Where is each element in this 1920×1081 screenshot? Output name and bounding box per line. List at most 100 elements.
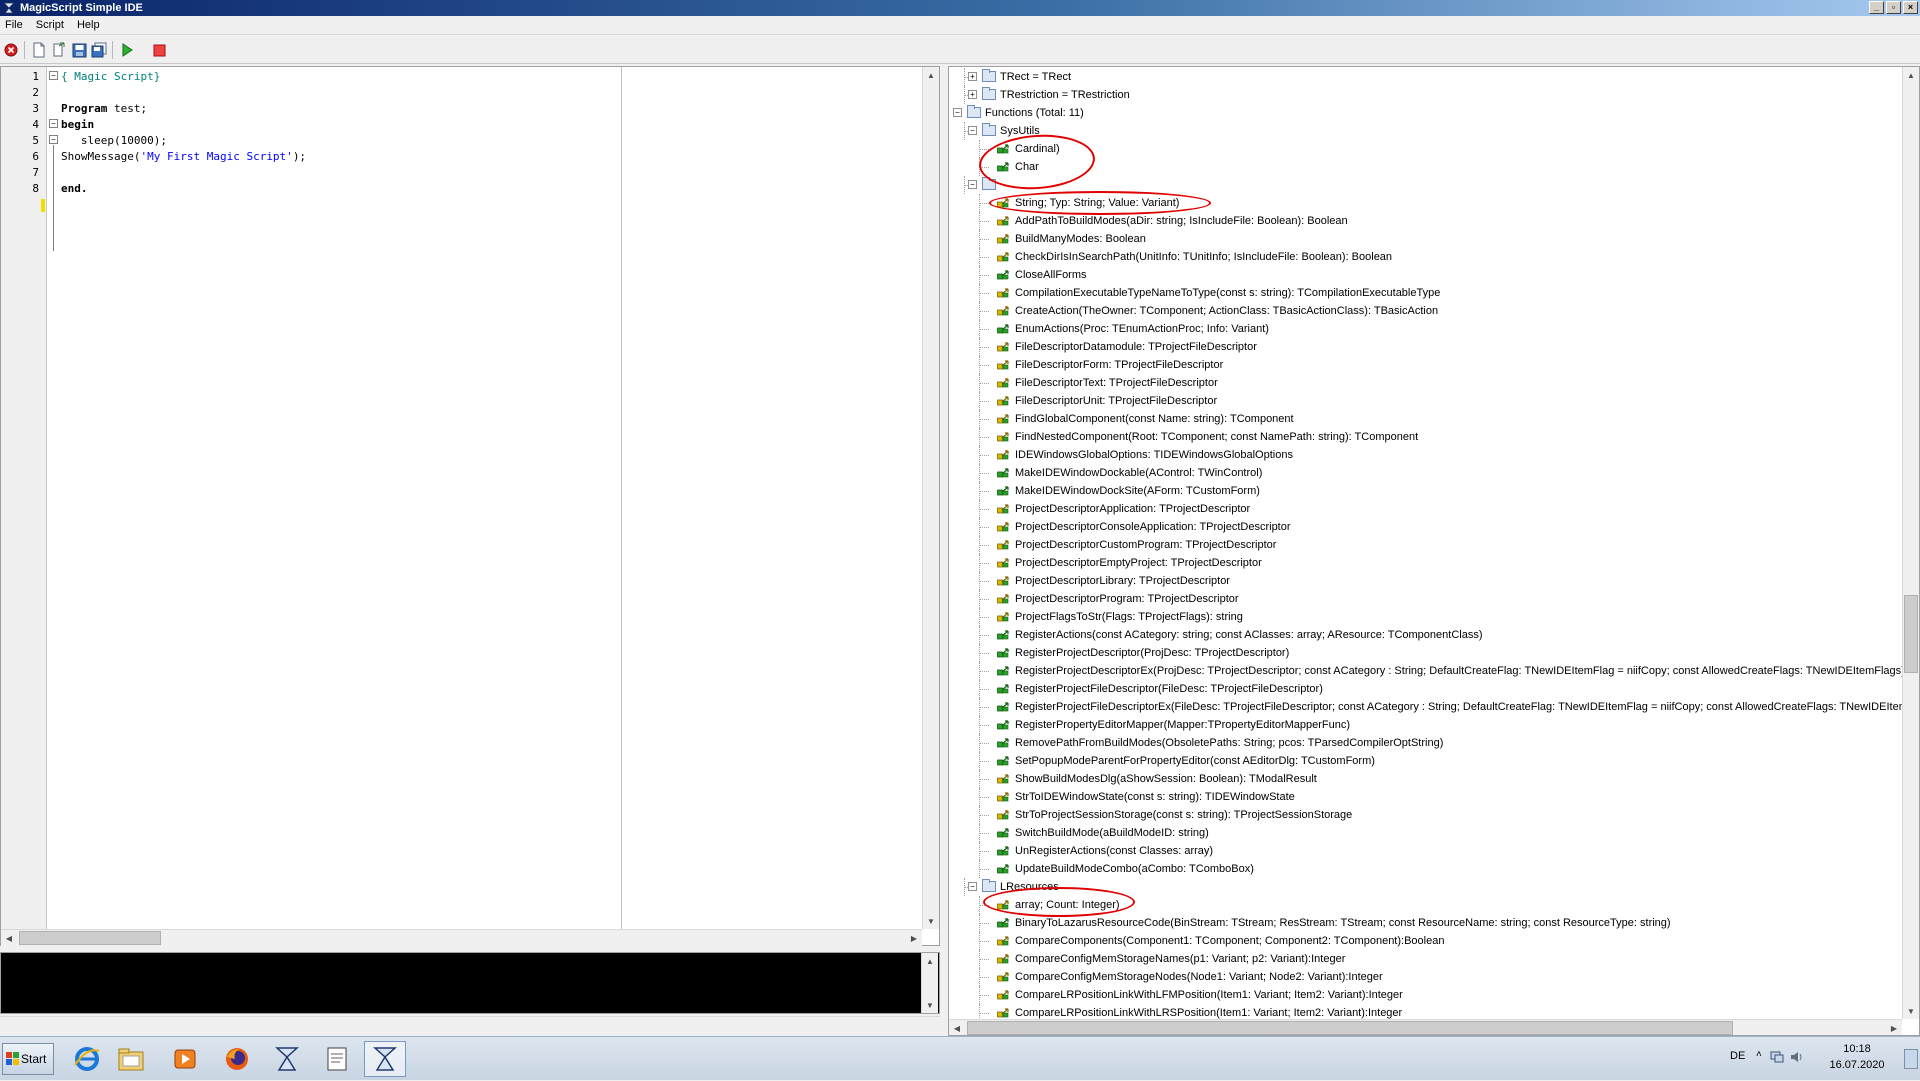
tree-node-item[interactable]: ProjectDescriptorCustomProgram: TProject…	[949, 536, 1901, 554]
open-file-icon[interactable]	[50, 41, 68, 59]
magicscript-icon[interactable]	[266, 1041, 308, 1077]
tree-node-item[interactable]: ProjectDescriptorConsoleApplication: TPr…	[949, 518, 1901, 536]
run-icon[interactable]	[118, 41, 136, 59]
tree-node-item[interactable]: ShowBuildModesDlg(aShowSession: Boolean)…	[949, 770, 1901, 788]
tree-node-item[interactable]: FileDescriptorText: TProjectFileDescript…	[949, 374, 1901, 392]
scroll-thumb[interactable]	[19, 931, 161, 945]
tree-node-item[interactable]: StrToProjectSessionStorage(const s: stri…	[949, 806, 1901, 824]
tree-node-item[interactable]: CompareConfigMemStorageNames(p1: Variant…	[949, 950, 1901, 968]
tree-node-item[interactable]: StrToIDEWindowState(const s: string): TI…	[949, 788, 1901, 806]
scroll-down-arrow-icon[interactable]: ▼	[923, 913, 939, 929]
file-explorer-icon[interactable]	[110, 1041, 152, 1077]
clock-date[interactable]: 16.07.2020	[1822, 1059, 1892, 1071]
scroll-right-arrow-icon[interactable]: ▶	[1886, 1020, 1902, 1035]
tree-node-item[interactable]: CloseAllForms	[949, 266, 1901, 284]
tree-node-item[interactable]: FileDescriptorDatamodule: TProjectFileDe…	[949, 338, 1901, 356]
tree-node-item[interactable]: IDEWindowsGlobalOptions: TIDEWindowsGlob…	[949, 446, 1901, 464]
tree-vertical-scrollbar[interactable]: ▲ ▼	[1902, 67, 1919, 1019]
tree-node-item[interactable]: MakeIDEWindowDockSite(AForm: TCustomForm…	[949, 482, 1901, 500]
pane-splitter[interactable]	[940, 66, 948, 1036]
tree-node-item[interactable]: RegisterProjectFileDescriptorEx(FileDesc…	[949, 698, 1919, 716]
tree-node-item[interactable]: FileDescriptorUnit: TProjectFileDescript…	[949, 392, 1901, 410]
magicscript-active-icon[interactable]	[364, 1041, 406, 1077]
fold-marker-icon[interactable]: −	[49, 119, 58, 128]
network-icon[interactable]	[1770, 1051, 1784, 1063]
firefox-icon[interactable]	[216, 1041, 258, 1077]
media-player-icon[interactable]	[164, 1041, 206, 1077]
script-symbols-tree[interactable]: + TRect = TRect + TRestriction = TRestricti…	[948, 66, 1920, 1036]
tree-node-item[interactable]: ProjectFlagsToStr(Flags: TProjectFlags):…	[949, 608, 1901, 626]
minimize-button[interactable]: _	[1869, 1, 1884, 14]
scroll-down-arrow-icon[interactable]: ▼	[922, 997, 938, 1013]
tree-node-item[interactable]: FindGlobalComponent(const Name: string):…	[949, 410, 1901, 428]
tree-node-item[interactable]: SetPopupModeParentForPropertyEditor(cons…	[949, 752, 1901, 770]
code-line[interactable]: ShowMessage('My First Magic Script');	[61, 150, 306, 163]
scroll-up-arrow-icon[interactable]: ▲	[922, 953, 938, 969]
tree-node-item[interactable]: CompilationExecutableTypeNameToType(cons…	[949, 284, 1901, 302]
expand-icon[interactable]: +	[968, 90, 977, 99]
editor-vertical-scrollbar[interactable]: ▲ ▼	[922, 67, 939, 929]
scroll-left-arrow-icon[interactable]: ◀	[949, 1020, 965, 1035]
tree-node-item[interactable]: UpdateBuildModeCombo(aCombo: TComboBox)	[949, 860, 1901, 878]
tree-node-item[interactable]: CheckDirIsInSearchPath(UnitInfo: TUnitIn…	[949, 248, 1901, 266]
tree-node-item[interactable]: SwitchBuildMode(aBuildModeID: string)	[949, 824, 1901, 842]
menu-file[interactable]: File	[0, 16, 28, 34]
collapse-icon[interactable]: −	[953, 108, 962, 117]
code-line[interactable]: end.	[61, 182, 88, 195]
fold-marker-icon[interactable]: −	[49, 71, 58, 80]
menu-script[interactable]: Script	[31, 16, 69, 34]
tree-node-item[interactable]: ProjectDescriptorLibrary: TProjectDescri…	[949, 572, 1901, 590]
tree-node-item[interactable]: CompareComponents(Component1: TComponent…	[949, 932, 1901, 950]
start-button[interactable]: Start	[2, 1043, 54, 1075]
stop-icon[interactable]	[150, 41, 168, 59]
tree-node-item[interactable]: CreateAction(TheOwner: TComponent; Actio…	[949, 302, 1901, 320]
fold-marker-icon[interactable]: −	[49, 135, 58, 144]
code-line[interactable]: begin	[61, 118, 94, 131]
tree-node-group[interactable]: − SysUtils	[949, 122, 1901, 140]
tree-node-item[interactable]: BinaryToLazarusResourceCode(BinStream: T…	[949, 914, 1901, 932]
code-editor[interactable]: 1 2 3 4 5 6 7 8 { Magic Script} Program test; beg…	[0, 66, 940, 946]
tree-node-item[interactable]: RegisterPropertyEditorMapper(Mapper:TPro…	[949, 716, 1901, 734]
tree-node-item[interactable]: ProjectDescriptorApplication: TProjectDe…	[949, 500, 1901, 518]
save-all-icon[interactable]	[90, 41, 108, 59]
scroll-up-arrow-icon[interactable]: ▲	[923, 67, 939, 83]
tree-node-group[interactable]: − Functions (Total: 11)	[949, 104, 1901, 122]
output-console[interactable]: ▲ ▼	[0, 952, 940, 1014]
code-line[interactable]: { Magic Script}	[61, 70, 160, 83]
scroll-left-arrow-icon[interactable]: ◀	[1, 930, 17, 946]
maximize-button[interactable]: ▫	[1886, 1, 1901, 14]
scroll-down-arrow-icon[interactable]: ▼	[1903, 1003, 1919, 1019]
tree-node-item[interactable]: RemovePathFromBuildModes(ObsoletePaths: …	[949, 734, 1901, 752]
save-icon[interactable]	[70, 41, 88, 59]
volume-icon[interactable]	[1790, 1051, 1804, 1063]
tree-node-item[interactable]: RegisterProjectDescriptor(ProjDesc: TPro…	[949, 644, 1901, 662]
collapse-icon[interactable]: −	[968, 882, 977, 891]
tree-node-item[interactable]: RegisterProjectDescriptorEx(ProjDesc: TP…	[949, 662, 1905, 680]
new-file-icon[interactable]	[30, 41, 48, 59]
close-button[interactable]: ×	[1903, 1, 1918, 14]
tree-node-item[interactable]: RegisterActions(const ACategory: string;…	[949, 626, 1901, 644]
expand-icon[interactable]: +	[968, 72, 977, 81]
tree-node-item[interactable]: CompareLRPositionLinkWithLFMPosition(Ite…	[949, 986, 1901, 1004]
code-line[interactable]: sleep(10000);	[61, 134, 167, 147]
tree-horizontal-scrollbar[interactable]: ◀ ▶	[949, 1019, 1902, 1035]
tree-node-item[interactable]: ProjectDescriptorProgram: TProjectDescri…	[949, 590, 1901, 608]
tree-node-group[interactable]: + TRect = TRect	[949, 68, 1901, 86]
collapse-icon[interactable]: −	[968, 126, 977, 135]
internet-explorer-icon[interactable]	[66, 1041, 108, 1077]
code-line[interactable]: Program test;	[61, 102, 147, 115]
tree-node-item[interactable]: MakeIDEWindowDockable(AControl: TWinCont…	[949, 464, 1901, 482]
tree-node-item[interactable]: CompareConfigMemStorageNodes(Node1: Vari…	[949, 968, 1901, 986]
scroll-up-arrow-icon[interactable]: ▲	[1903, 67, 1919, 83]
scroll-right-arrow-icon[interactable]: ▶	[906, 930, 922, 946]
tree-node-item[interactable]: UnRegisterActions(const Classes: array)	[949, 842, 1901, 860]
console-vertical-scrollbar[interactable]: ▲ ▼	[921, 953, 938, 1013]
collapse-icon[interactable]: −	[968, 180, 977, 189]
tree-node-item[interactable]: BuildManyModes: Boolean	[949, 230, 1901, 248]
tree-node-item[interactable]: FileDescriptorForm: TProjectFileDescript…	[949, 356, 1901, 374]
menu-help[interactable]: Help	[72, 16, 105, 34]
tree-node-item[interactable]: EnumActions(Proc: TEnumActionProc; Info:…	[949, 320, 1901, 338]
tree-node-group[interactable]: + TRestriction = TRestriction	[949, 86, 1901, 104]
clock-time[interactable]: 10:18	[1822, 1043, 1892, 1055]
stop-circle-icon[interactable]	[2, 41, 20, 59]
